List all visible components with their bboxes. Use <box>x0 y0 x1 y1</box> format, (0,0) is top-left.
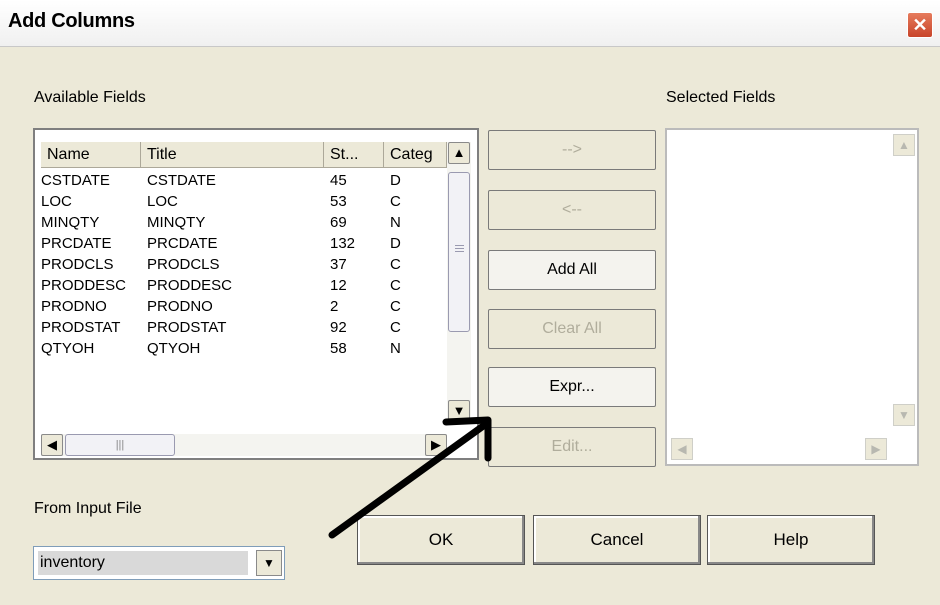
cell-st: 92 <box>330 319 347 336</box>
cell-title: QTYOH <box>147 340 201 357</box>
close-button[interactable]: ✕ <box>907 12 933 38</box>
chevron-down-icon: ▼ <box>452 403 466 418</box>
cell-categ: N <box>390 214 401 231</box>
cell-st: 69 <box>330 214 347 231</box>
remove-field-button[interactable]: <-- <box>488 190 656 230</box>
cell-categ: C <box>390 277 401 294</box>
scroll-up-button[interactable]: ▲ <box>893 134 915 156</box>
cell-st: 58 <box>330 340 347 357</box>
cell-name: PRODNO <box>41 298 107 315</box>
dialog-title: Add Columns <box>8 10 135 32</box>
cell-title: LOC <box>147 193 178 210</box>
column-header-st[interactable]: St... <box>324 142 384 168</box>
help-button[interactable]: Help <box>707 515 875 565</box>
chevron-right-icon: ▶ <box>431 437 441 452</box>
chevron-down-icon: ▼ <box>263 556 275 570</box>
cell-title: PRODCLS <box>147 256 220 273</box>
scroll-down-button[interactable]: ▼ <box>893 404 915 426</box>
cell-categ: C <box>390 298 401 315</box>
scroll-right-button[interactable]: ▶ <box>425 434 447 456</box>
input-file-value: inventory <box>38 551 248 575</box>
from-input-file-label: From Input File <box>34 500 142 517</box>
cell-st: 2 <box>330 298 339 315</box>
column-header-title[interactable]: Title <box>141 142 324 168</box>
cell-name: PRODSTAT <box>41 319 121 336</box>
chevron-up-icon: ▲ <box>898 138 910 152</box>
selected-fields-list[interactable]: ▲ ▼ ◀ ▶ <box>665 128 919 466</box>
scroll-right-button[interactable]: ▶ <box>865 438 887 460</box>
scroll-left-button[interactable]: ◀ <box>41 434 63 456</box>
cell-st: 45 <box>330 172 347 189</box>
cell-title: CSTDATE <box>147 172 216 189</box>
cell-name: CSTDATE <box>41 172 110 189</box>
cell-st: 132 <box>330 235 356 252</box>
selected-fields-label: Selected Fields <box>666 89 776 106</box>
available-fields-list[interactable]: Name Title St... Categ CSTDATE CSTDATE 4… <box>33 128 479 460</box>
add-columns-dialog: Add Columns ✕ Available Fields Selected … <box>0 0 940 605</box>
cell-title: MINQTY <box>147 214 206 231</box>
add-all-button[interactable]: Add All <box>488 250 656 290</box>
dropdown-button[interactable]: ▼ <box>256 550 282 576</box>
column-header-categ[interactable]: Categ <box>384 142 447 168</box>
close-icon: ✕ <box>912 15 928 35</box>
cell-name: QTYOH <box>41 340 95 357</box>
expr-button[interactable]: Expr... <box>488 367 656 407</box>
add-field-button[interactable]: --> <box>488 130 656 170</box>
column-header-name[interactable]: Name <box>41 142 141 168</box>
cell-name: PRODCLS <box>41 256 114 273</box>
vertical-scrollbar[interactable]: ▲ ▼ <box>447 142 471 422</box>
cell-st: 12 <box>330 277 347 294</box>
edit-button[interactable]: Edit... <box>488 427 656 467</box>
scroll-left-button[interactable]: ◀ <box>671 438 693 460</box>
cell-categ: C <box>390 193 401 210</box>
cell-name: MINQTY <box>41 214 100 231</box>
cell-name: PRODDESC <box>41 277 127 294</box>
ok-button[interactable]: OK <box>357 515 525 565</box>
chevron-up-icon: ▲ <box>452 145 466 160</box>
vertical-scroll-thumb[interactable] <box>448 172 470 332</box>
title-bar: Add Columns ✕ <box>0 0 940 47</box>
cell-categ: D <box>390 235 401 252</box>
cell-categ: N <box>390 340 401 357</box>
scroll-down-button[interactable]: ▼ <box>448 400 470 422</box>
cell-categ: C <box>390 256 401 273</box>
cell-name: LOC <box>41 193 72 210</box>
cell-title: PRODNO <box>147 298 213 315</box>
horizontal-scrollbar[interactable]: ◀ ||| ▶ <box>41 434 447 456</box>
horizontal-scroll-thumb[interactable]: ||| <box>65 434 175 456</box>
scroll-up-button[interactable]: ▲ <box>448 142 470 164</box>
cell-st: 53 <box>330 193 347 210</box>
cancel-button[interactable]: Cancel <box>533 515 701 565</box>
cell-title: PRODSTAT <box>147 319 227 336</box>
input-file-dropdown[interactable]: inventory ▼ <box>33 546 285 580</box>
chevron-left-icon: ◀ <box>677 442 687 456</box>
chevron-down-icon: ▼ <box>898 408 910 422</box>
cell-st: 37 <box>330 256 347 273</box>
chevron-left-icon: ◀ <box>47 437 57 452</box>
available-fields-label: Available Fields <box>34 89 146 106</box>
cell-name: PRCDATE <box>41 235 112 252</box>
cell-title: PRODDESC <box>147 277 233 294</box>
cell-categ: C <box>390 319 401 336</box>
chevron-right-icon: ▶ <box>871 442 881 456</box>
cell-categ: D <box>390 172 401 189</box>
clear-all-button[interactable]: Clear All <box>488 309 656 349</box>
cell-title: PRCDATE <box>147 235 218 252</box>
